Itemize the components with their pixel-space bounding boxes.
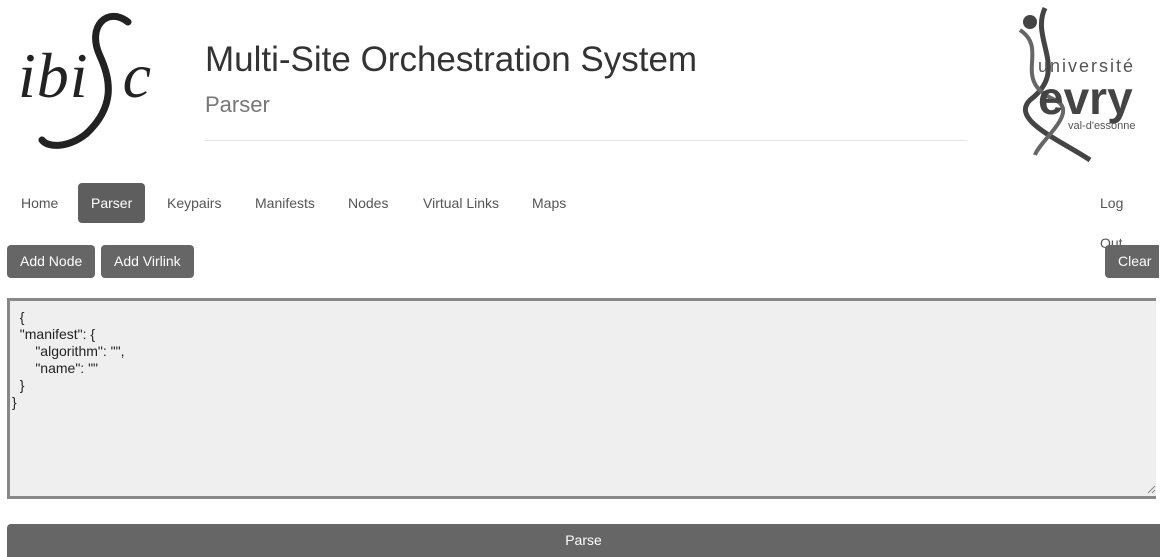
university-evry-logo: université evry val-d'essonne [1000, 0, 1160, 165]
nav-manifests[interactable]: Manifests [242, 183, 328, 223]
nav-home[interactable]: Home [8, 183, 71, 223]
header-divider [205, 140, 967, 141]
parse-button[interactable]: Parse [7, 524, 1160, 557]
logout-link[interactable]: Log Out [1087, 183, 1160, 251]
logo-text-essonne: val-d'essonne [1068, 120, 1136, 132]
nav-virtual-links[interactable]: Virtual Links [410, 183, 512, 223]
nav-nodes[interactable]: Nodes [335, 183, 401, 223]
main-nav: Home Parser Keypairs Manifests Nodes Vir… [0, 183, 1160, 251]
logo-text-evry: evry [1038, 72, 1133, 124]
ibisc-logo: ibi c [8, 8, 178, 153]
clear-button[interactable]: Clear [1105, 245, 1160, 278]
page-title: Multi-Site Orchestration System [205, 40, 698, 79]
add-virlink-button[interactable]: Add Virlink [101, 245, 194, 278]
add-node-button[interactable]: Add Node [7, 245, 96, 278]
nav-parser[interactable]: Parser [78, 183, 146, 223]
logo-text-c: c [122, 40, 152, 111]
resize-handle-icon[interactable] [1146, 484, 1156, 494]
manifest-editor[interactable]: { "manifest": { "algorithm": "", "name":… [7, 298, 1156, 499]
page-subtitle: Parser [205, 92, 270, 117]
logo-text-ibi: ibi [18, 40, 89, 111]
nav-maps[interactable]: Maps [519, 183, 579, 223]
editor-content[interactable]: { "manifest": { "algorithm": "", "name":… [10, 301, 1156, 411]
nav-keypairs[interactable]: Keypairs [154, 183, 234, 223]
